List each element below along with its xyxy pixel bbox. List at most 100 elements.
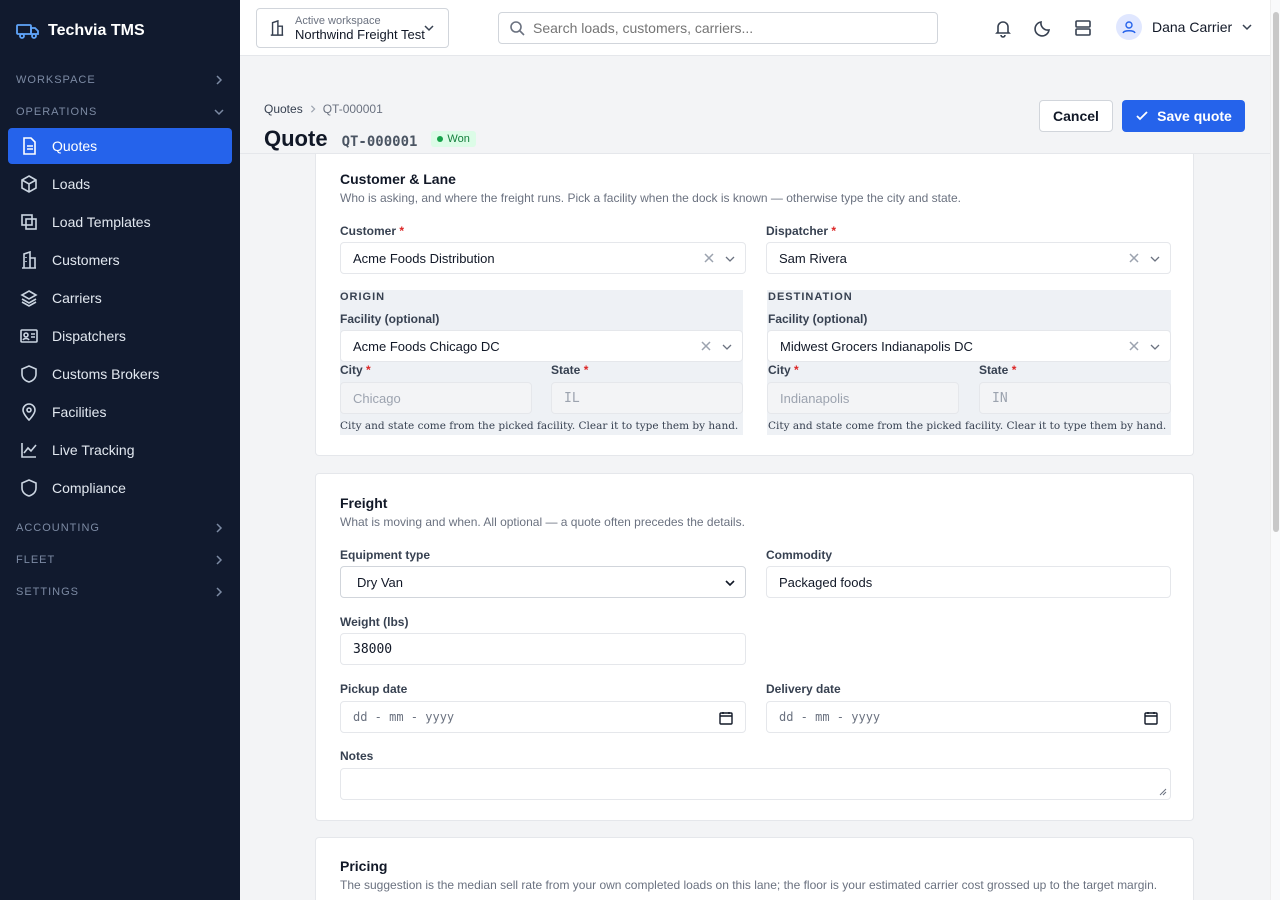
cancel-button[interactable]: Cancel [1039,100,1113,132]
calendar-icon[interactable] [1144,711,1158,725]
sidebar-item-load-templates[interactable]: Load Templates [8,204,232,240]
sidebar-item-live-tracking[interactable]: Live Tracking [8,432,232,468]
search-icon [510,21,525,36]
pricing-subtitle: The suggestion is the median sell rate f… [340,878,1158,892]
origin-hint: City and state come from the picked faci… [340,420,739,432]
sidebar-item-label: Customs Brokers [52,366,160,382]
sidebar-item-label: Facilities [52,404,107,420]
moon-icon[interactable] [1033,18,1053,38]
section-workspace-label: WORKSPACE [16,74,96,86]
pickup-date-input[interactable]: dd - mm - yyyy [340,701,746,733]
global-search[interactable] [498,12,938,44]
chart-line-icon [21,443,37,458]
chevron-right-icon [216,75,223,85]
search-input[interactable] [533,20,913,36]
chevron-down-icon [1242,24,1252,31]
clear-icon[interactable] [700,340,712,352]
brand[interactable]: Techvia TMS [0,0,240,62]
save-quote-label: Save quote [1157,108,1232,124]
building-icon [270,20,284,36]
origin-state-field[interactable]: IL [551,382,743,414]
chevron-down-icon [722,344,732,350]
equipment-select[interactable]: Dry Van [340,566,746,598]
origin-facility-label: Facility (optional) [340,312,440,326]
dispatcher-label-text: Dispatcher [766,224,829,238]
dispatcher-value: Sam Rivera [779,250,847,266]
clear-icon[interactable] [1128,252,1140,264]
chevron-down-icon [1150,256,1160,262]
status-label: Won [447,133,470,145]
section-settings[interactable]: SETTINGS [0,576,240,608]
user-menu[interactable]: Dana Carrier [1116,14,1252,40]
user-icon [1122,21,1136,34]
workspace-switcher[interactable]: Active workspace Northwind Freight Test [256,8,449,48]
destination-city-label: City * [768,363,799,377]
sidebar-item-facilities[interactable]: Facilities [8,394,232,430]
destination-state-field[interactable]: IN [979,382,1171,414]
sidebar-item-label: Carriers [52,290,102,306]
destination-facility-select[interactable]: Midwest Grocers Indianapolis DC [767,330,1171,362]
breadcrumb-quotes[interactable]: Quotes [264,102,303,116]
server-icon[interactable] [1073,18,1093,38]
page-title: Quote [264,126,328,151]
scrollbar-thumb[interactable] [1273,12,1279,532]
customer-lane-subtitle: Who is asking, and where the freight run… [340,191,961,205]
copy-icon [21,214,37,230]
section-accounting[interactable]: ACCOUNTING [0,512,240,544]
weight-input[interactable]: 38000 [340,633,746,665]
section-fleet[interactable]: FLEET [0,544,240,576]
origin-facility-value: Acme Foods Chicago DC [353,338,500,354]
sidebar-item-carriers[interactable]: Carriers [8,280,232,316]
origin-facility-select[interactable]: Acme Foods Chicago DC [340,330,743,362]
notes-textarea[interactable] [340,768,1171,800]
resize-handle-icon[interactable] [1159,788,1167,796]
commodity-label: Commodity [766,548,832,562]
origin-city-field[interactable]: Chicago [340,382,532,414]
check-icon [1136,111,1148,121]
building-icon [22,251,36,269]
destination-hint: City and state come from the picked faci… [768,420,1167,432]
sidebar-item-loads[interactable]: Loads [8,166,232,202]
chevron-right-icon [310,105,316,113]
clear-icon[interactable] [703,252,715,264]
sidebar-item-compliance[interactable]: Compliance [8,470,232,506]
weight-value: 38000 [353,641,393,657]
customer-lane-title: Customer & Lane [340,171,456,187]
freight-card: Freight What is moving and when. All opt… [315,473,1194,821]
sidebar-item-quotes[interactable]: Quotes [8,128,232,164]
sidebar-item-dispatchers[interactable]: Dispatchers [8,318,232,354]
origin-city-value: Chicago [353,390,401,406]
sidebar-item-customers[interactable]: Customers [8,242,232,278]
section-settings-label: SETTINGS [16,586,80,598]
destination-city-label-text: City [768,363,791,377]
chevron-down-icon [725,256,735,262]
dispatcher-select[interactable]: Sam Rivera [766,242,1171,274]
quote-id: QT-000001 [341,134,418,150]
required-marker: * [794,363,799,377]
page-scrollbar[interactable] [1270,0,1280,900]
sidebar-item-label: Load Templates [52,214,151,230]
chevron-down-icon [1150,344,1160,350]
layers-icon [20,290,38,307]
equipment-label: Equipment type [340,548,431,562]
sidebar-item-label: Loads [52,176,91,192]
sidebar: Techvia TMS WORKSPACE OPERATIONS Quotes … [0,0,240,900]
bell-icon[interactable] [993,18,1013,38]
customer-select[interactable]: Acme Foods Distribution [340,242,746,274]
chevron-right-icon [216,555,223,565]
delivery-date-input[interactable]: dd - mm - yyyy [766,701,1171,733]
section-operations[interactable]: OPERATIONS [0,96,240,128]
pickup-date-placeholder: dd - mm - yyyy [353,710,455,724]
delivery-date-placeholder: dd - mm - yyyy [779,710,881,724]
calendar-icon[interactable] [719,711,733,725]
save-quote-button[interactable]: Save quote [1122,100,1245,132]
clear-icon[interactable] [1128,340,1140,352]
map-pin-icon [22,403,36,421]
section-workspace[interactable]: WORKSPACE [0,64,240,96]
commodity-input[interactable]: Packaged foods [766,566,1171,598]
sidebar-item-customs-brokers[interactable]: Customs Brokers [8,356,232,392]
section-operations-label: OPERATIONS [16,106,98,118]
customer-label: Customer * [340,224,404,238]
chevron-right-icon [216,523,223,533]
destination-city-field[interactable]: Indianapolis [767,382,959,414]
